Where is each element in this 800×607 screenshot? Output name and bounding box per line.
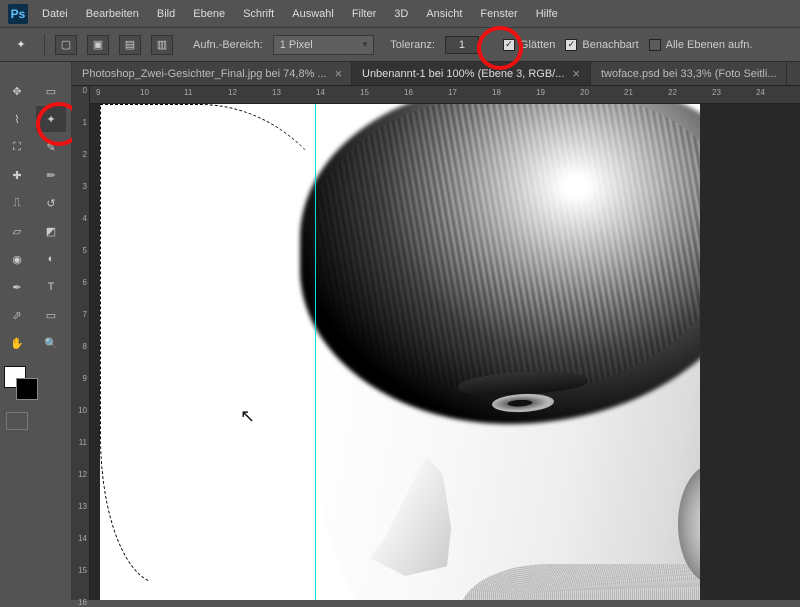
zoom-tool[interactable]: 🔍: [36, 330, 66, 356]
doc-tab-0[interactable]: Photoshop_Zwei-Gesichter_Final.jpg bei 7…: [72, 62, 352, 85]
brush-tool[interactable]: ✏: [36, 162, 66, 188]
color-swatches[interactable]: [4, 366, 44, 402]
magic-wand-icon: ✦: [16, 38, 25, 51]
eyedropper-tool[interactable]: ✎: [36, 134, 66, 160]
app-logo: Ps: [8, 4, 28, 24]
selection-subtract-button[interactable]: ▤: [119, 35, 141, 55]
doc-tab-label: Unbenannt-1 bei 100% (Ebene 3, RGB/...: [362, 68, 564, 80]
magic-wand-tool[interactable]: ✦: [36, 106, 66, 132]
doc-tab-label: twoface.psd bei 33,3% (Foto Seitli...: [601, 68, 776, 80]
options-bar: ✦ ▢ ▣ ▤ ▥ Aufn.-Bereich: 1 Pixel ▾ Toler…: [0, 28, 800, 62]
menu-bar: Ps Datei Bearbeiten Bild Ebene Schrift A…: [0, 0, 800, 28]
background-swatch[interactable]: [16, 378, 38, 400]
contiguous-label: Benachbart: [582, 39, 638, 51]
selection-new-button[interactable]: ▢: [55, 35, 77, 55]
vertical-ruler[interactable]: 012345678910111213141516: [72, 86, 90, 600]
eraser-tool[interactable]: ▱: [2, 218, 32, 244]
healing-tool[interactable]: ✚: [2, 162, 32, 188]
squares-add-icon: ▣: [93, 38, 103, 51]
blur-tool[interactable]: ◉: [2, 246, 32, 272]
alllayers-label: Alle Ebenen aufn.: [666, 39, 753, 51]
antialias-checkbox[interactable]: ✓: [503, 39, 515, 51]
menu-ebene[interactable]: Ebene: [193, 8, 225, 20]
menu-datei[interactable]: Datei: [42, 8, 68, 20]
image-content: [240, 104, 700, 600]
lasso-tool[interactable]: ⌇: [2, 106, 32, 132]
selection-intersect-button[interactable]: ▥: [151, 35, 173, 55]
close-icon[interactable]: ×: [572, 66, 580, 81]
close-icon[interactable]: ×: [335, 66, 343, 81]
doc-tab-1[interactable]: Unbenannt-1 bei 100% (Ebene 3, RGB/... ×: [352, 62, 591, 85]
menu-auswahl[interactable]: Auswahl: [292, 8, 334, 20]
tolerance-input[interactable]: [445, 36, 479, 54]
crop-tool[interactable]: ⛶: [2, 134, 32, 160]
dodge-tool[interactable]: ◐: [36, 246, 66, 272]
doc-tab-label: Photoshop_Zwei-Gesichter_Final.jpg bei 7…: [82, 68, 327, 80]
canvas[interactable]: ↖: [90, 104, 800, 600]
shape-tool[interactable]: ▭: [36, 302, 66, 328]
history-brush-tool[interactable]: ↺: [36, 190, 66, 216]
marquee-tool[interactable]: ▭: [36, 78, 66, 104]
horizontal-ruler[interactable]: 9101112131415161718192021222324: [90, 86, 800, 104]
menu-ansicht[interactable]: Ansicht: [426, 8, 462, 20]
antialias-label: Glätten: [520, 39, 555, 51]
alllayers-checkbox[interactable]: [649, 39, 661, 51]
gradient-tool[interactable]: ◩: [36, 218, 66, 244]
doc-tab-2[interactable]: twoface.psd bei 33,3% (Foto Seitli...: [591, 62, 787, 85]
document-tabs: Photoshop_Zwei-Gesichter_Final.jpg bei 7…: [72, 62, 800, 86]
selection-add-button[interactable]: ▣: [87, 35, 109, 55]
square-icon: ▢: [61, 38, 71, 51]
menu-schrift[interactable]: Schrift: [243, 8, 274, 20]
quickmask-toggle[interactable]: [6, 412, 28, 430]
sample-label: Aufn.-Bereich:: [193, 39, 263, 51]
path-select-tool[interactable]: ⬀: [2, 302, 32, 328]
cursor-icon: ↖: [240, 406, 255, 427]
toolbox: ✥ ▭ ⌇ ✦ ⛶ ✎ ✚ ✏ ⎍ ↺ ▱ ◩ ◉ ◐ ✒ T ⬀ ▭ ✋ 🔍: [0, 62, 72, 600]
contiguous-checkbox[interactable]: ✓: [565, 39, 577, 51]
sample-value: 1 Pixel: [280, 39, 313, 51]
menu-3d[interactable]: 3D: [394, 8, 408, 20]
vertical-guide[interactable]: [315, 104, 316, 600]
menu-filter[interactable]: Filter: [352, 8, 376, 20]
document-canvas[interactable]: ↖: [100, 104, 700, 600]
squares-int-icon: ▥: [157, 38, 167, 51]
type-tool[interactable]: T: [36, 274, 66, 300]
menu-bild[interactable]: Bild: [157, 8, 175, 20]
separator: [44, 34, 45, 56]
current-tool-icon[interactable]: ✦: [8, 33, 34, 57]
stamp-tool[interactable]: ⎍: [2, 190, 32, 216]
move-tool[interactable]: ✥: [2, 78, 32, 104]
squares-sub-icon: ▤: [125, 38, 135, 51]
hand-tool[interactable]: ✋: [2, 330, 32, 356]
sample-dropdown[interactable]: 1 Pixel ▾: [273, 35, 375, 55]
pen-tool[interactable]: ✒: [2, 274, 32, 300]
menu-fenster[interactable]: Fenster: [480, 8, 517, 20]
menu-hilfe[interactable]: Hilfe: [536, 8, 558, 20]
chevron-down-icon: ▾: [363, 39, 368, 50]
tolerance-label: Toleranz:: [390, 39, 435, 51]
menu-bearbeiten[interactable]: Bearbeiten: [86, 8, 139, 20]
